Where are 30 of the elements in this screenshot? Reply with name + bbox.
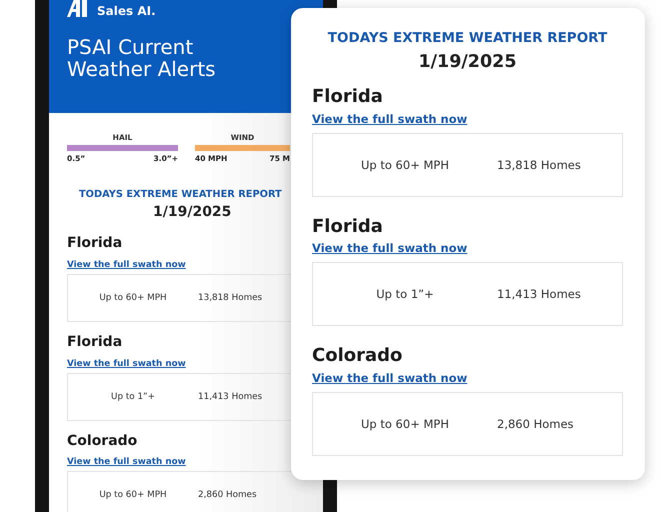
homes-count: 11,413 Homes — [497, 287, 581, 302]
swath-link[interactable]: View the full swath now — [312, 112, 468, 126]
state-name: Colorado — [67, 432, 138, 450]
severity-text: Up to 60+ MPH — [360, 158, 449, 172]
swath-link[interactable]: View the full swath now — [312, 370, 468, 385]
state-name: Florida — [312, 216, 383, 238]
severity-text: Up to 60+ MPH — [99, 490, 167, 500]
logo-text: Sales AI. — [97, 5, 156, 17]
homes-count: 2,860 Homes — [497, 416, 574, 431]
homes-count: 13,818 Homes — [198, 292, 262, 303]
state-name: Florida — [67, 235, 122, 252]
severity-text: Up to 1”+ — [111, 392, 155, 402]
swath-link[interactable]: View the full swath now — [67, 457, 186, 468]
severity-text: Up to 60+ MPH — [99, 292, 167, 303]
swath-link[interactable]: View the full swath now — [312, 241, 468, 256]
swath-link[interactable]: View the full swath now — [67, 260, 186, 270]
state-name: Colorado — [312, 345, 402, 367]
report-title: TODAYS EXTREME WEATHER REPORT — [328, 30, 608, 46]
state-name: Florida — [67, 334, 122, 351]
severity-text: Up to 60+ MPH — [360, 416, 449, 431]
homes-count: 11,413 Homes — [198, 392, 262, 402]
state-name: Florida — [312, 86, 383, 108]
homes-count: 2,860 Homes — [198, 490, 257, 500]
homes-count: 13,818 Homes — [497, 158, 581, 172]
severity-text: Up to 1”+ — [376, 287, 434, 302]
report-date: 1/19/2025 — [418, 52, 517, 72]
swath-link[interactable]: View the full swath now — [67, 358, 186, 369]
report-title: TODAYS EXTREME WEATHER REPORT — [79, 189, 282, 200]
app-title: PSAI Current Weather Alerts — [67, 36, 217, 81]
report-date: 1/19/2025 — [153, 204, 232, 220]
